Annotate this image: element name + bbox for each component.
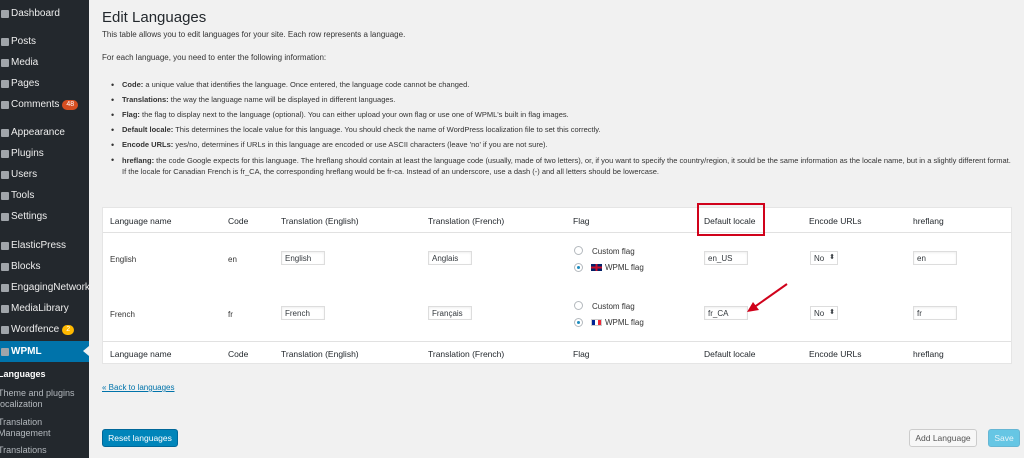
column-header: Translation (French): [428, 216, 505, 226]
wpml-flag-radio[interactable]: [574, 263, 583, 272]
encode-urls-select[interactable]: No ⬍: [810, 251, 838, 265]
divider: [103, 341, 1011, 342]
column-footer: Default locale: [704, 349, 756, 359]
column-header: Code: [228, 216, 249, 226]
submenu-item-languages[interactable]: Languages: [0, 369, 87, 380]
default-locale-input[interactable]: en_US: [704, 251, 748, 265]
sidebar-item-posts[interactable]: Posts: [0, 31, 89, 52]
column-footer: Translation (French): [428, 349, 505, 359]
column-header: Flag: [573, 216, 590, 226]
sidebar-item-elasticpress[interactable]: ElasticPress: [0, 235, 89, 256]
custom-flag-label: Custom flag: [592, 302, 635, 311]
column-footer: Language name: [110, 349, 172, 359]
list-item: Flag: the flag to display next to the la…: [111, 110, 1016, 120]
highlight-box: [697, 203, 765, 236]
language-code-cell: en: [228, 255, 237, 264]
settings-icon: [1, 212, 9, 221]
admin-sidebar: Dashboard Posts Media Pages Comments 48 A…: [0, 0, 89, 458]
encode-urls-select[interactable]: No ⬍: [810, 306, 838, 320]
brush-icon: [1, 128, 9, 137]
sidebar-item-dashboard[interactable]: Dashboard: [0, 3, 89, 24]
submenu-item-theme-plugins-localization[interactable]: Theme and plugins localization: [0, 388, 84, 410]
instructions-text: For each language, you need to enter the…: [102, 53, 327, 62]
library-icon: [1, 304, 9, 313]
comment-icon: [1, 100, 9, 109]
sidebar-item-wordfence[interactable]: Wordfence 2: [0, 319, 89, 340]
list-item: Translations: the way the language name …: [111, 95, 1016, 105]
wpml-icon: [1, 347, 9, 356]
language-name-cell: French: [110, 310, 135, 319]
divider: [103, 232, 1011, 233]
column-footer: Encode URLs: [809, 349, 862, 359]
sidebar-item-blocks[interactable]: Blocks: [0, 256, 89, 277]
intro-text: This table allows you to edit languages …: [102, 30, 406, 39]
custom-flag-radio[interactable]: [574, 301, 583, 310]
list-item: hreflang: the code Google expects for th…: [111, 155, 1016, 177]
language-name-cell: English: [110, 255, 137, 264]
page-title: Edit Languages: [102, 9, 207, 26]
sidebar-item-engagingnetworks[interactable]: EngagingNetworks: [0, 277, 89, 298]
plugin-icon: [1, 149, 9, 158]
translation-french-input[interactable]: Français: [428, 306, 472, 320]
user-icon: [1, 170, 9, 179]
shield-icon: [1, 325, 9, 334]
pin-icon: [1, 37, 9, 46]
translation-english-input[interactable]: French: [281, 306, 325, 320]
elasticpress-icon: [1, 241, 9, 250]
column-header: Translation (English): [281, 216, 359, 226]
back-to-languages-link[interactable]: « Back to languages: [102, 383, 175, 392]
wrench-icon: [1, 191, 9, 200]
languages-table: Language name Code Translation (English)…: [102, 207, 1012, 364]
select-arrows-icon: ⬍: [829, 254, 835, 261]
en-icon: [1, 283, 9, 292]
sidebar-item-plugins[interactable]: Plugins: [0, 143, 89, 164]
column-header: Language name: [110, 216, 172, 226]
list-item: Encode URLs: yes/no, determines if URLs …: [111, 140, 1016, 150]
column-footer: Translation (English): [281, 349, 359, 359]
column-footer: Flag: [573, 349, 590, 359]
comments-count-badge: 48: [62, 99, 79, 110]
uk-flag-icon: [591, 264, 602, 271]
main-content: Edit Languages This table allows you to …: [89, 0, 1024, 458]
custom-flag-radio[interactable]: [574, 246, 583, 255]
hreflang-input[interactable]: en: [913, 251, 957, 265]
sidebar-item-tools[interactable]: Tools: [0, 185, 89, 206]
sidebar-item-pages[interactable]: Pages: [0, 73, 89, 94]
add-language-button[interactable]: Add Language: [909, 429, 977, 447]
sidebar-item-wpml[interactable]: WPML: [0, 341, 89, 362]
france-flag-icon: [591, 319, 602, 326]
column-footer: Code: [228, 349, 249, 359]
sidebar-item-settings[interactable]: Settings: [0, 206, 89, 227]
list-item: Default locale: This determines the loca…: [111, 125, 1016, 135]
sidebar-item-medialibrary[interactable]: MediaLibrary: [0, 298, 89, 319]
select-arrows-icon: ⬍: [829, 309, 835, 316]
annotation-arrow-icon: [747, 283, 788, 312]
pages-icon: [1, 79, 9, 88]
wordfence-count-badge: 2: [62, 324, 75, 335]
translation-english-input[interactable]: English: [281, 251, 325, 265]
wpml-flag-label: WPML flag: [591, 263, 644, 272]
column-header: Encode URLs: [809, 216, 862, 226]
sidebar-item-appearance[interactable]: Appearance: [0, 122, 89, 143]
column-footer: hreflang: [913, 349, 944, 359]
reset-languages-button[interactable]: Reset languages: [102, 429, 178, 447]
column-header: hreflang: [913, 216, 944, 226]
translation-french-input[interactable]: Anglais: [428, 251, 472, 265]
field-descriptions-list: Code: a unique value that identifies the…: [111, 80, 1016, 182]
sidebar-item-media[interactable]: Media: [0, 52, 89, 73]
language-code-cell: fr: [228, 310, 233, 319]
hreflang-input[interactable]: fr: [913, 306, 957, 320]
media-icon: [1, 58, 9, 67]
wpml-flag-radio[interactable]: [574, 318, 583, 327]
submenu-item-translations[interactable]: Translations: [0, 445, 87, 456]
submenu-item-translation-management[interactable]: Translation Management: [0, 417, 58, 439]
save-button[interactable]: Save: [988, 429, 1020, 447]
list-item: Code: a unique value that identifies the…: [111, 80, 1016, 90]
sidebar-item-comments[interactable]: Comments 48: [0, 94, 89, 115]
blocks-icon: [1, 262, 9, 271]
wpml-flag-label: WPML flag: [591, 318, 644, 327]
custom-flag-label: Custom flag: [592, 247, 635, 256]
sidebar-item-users[interactable]: Users: [0, 164, 89, 185]
dashboard-icon: [1, 9, 9, 18]
